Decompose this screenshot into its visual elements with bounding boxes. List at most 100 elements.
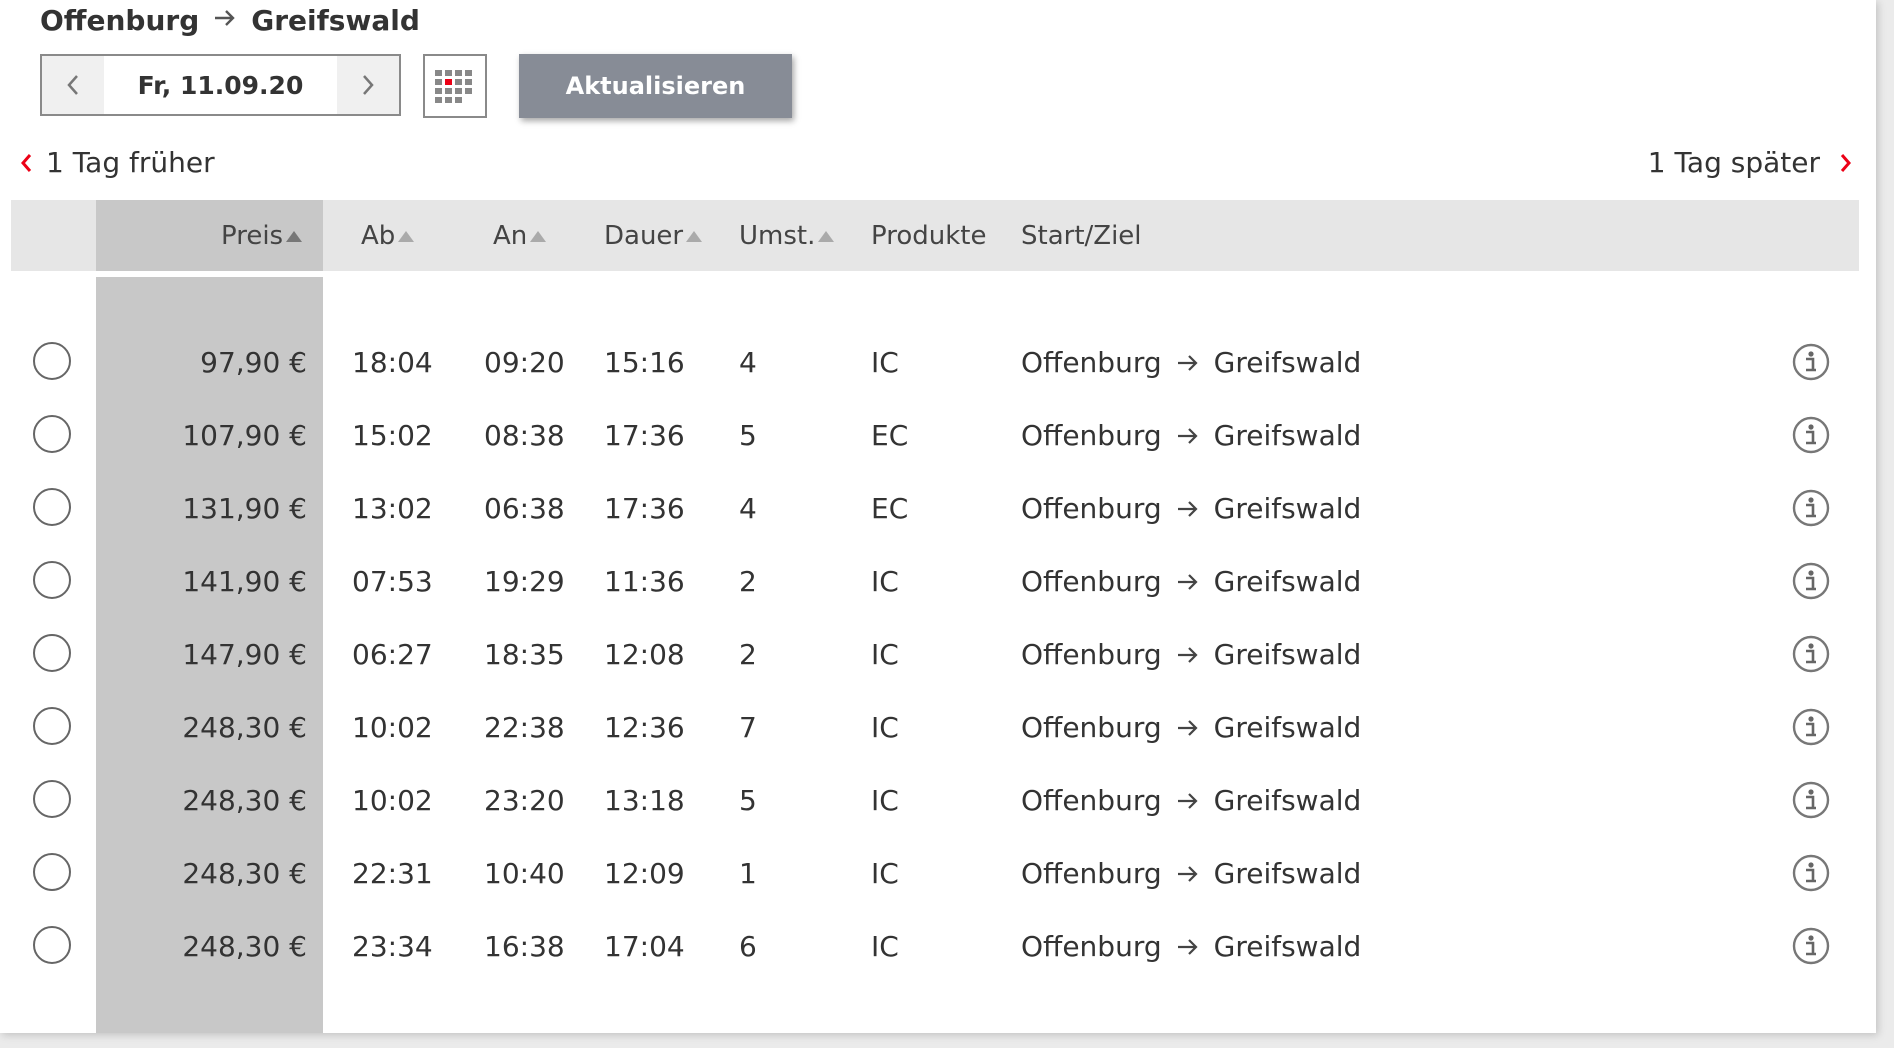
connection-row[interactable]: 248,30 € 10:02 22:38 12:36 7 IC Offenburg Greif… [0, 691, 1876, 764]
next-date-button[interactable] [337, 56, 399, 114]
select-connection-radio[interactable] [33, 415, 71, 453]
route-end: Greifswald [1213, 711, 1362, 744]
product-cell: IC [871, 565, 899, 598]
column-header-duration[interactable]: Dauer [604, 200, 703, 271]
connection-row[interactable]: 141,90 € 07:53 19:29 11:36 2 IC Offenburg Greif… [0, 545, 1876, 618]
select-connection-radio[interactable] [33, 488, 71, 526]
info-icon[interactable] [1792, 416, 1830, 454]
chevron-right-icon [363, 75, 374, 95]
price-cell: 131,90 € [182, 492, 307, 525]
departure-cell: 10:02 [352, 711, 433, 744]
route-cell: Offenburg Greifswald [1021, 326, 1361, 399]
transfers-cell: 4 [739, 346, 757, 379]
route-end: Greifswald [1213, 784, 1362, 817]
info-icon[interactable] [1792, 927, 1830, 965]
info-icon[interactable] [1792, 489, 1830, 527]
arrow-right-icon [1176, 718, 1200, 738]
price-cell: 248,30 € [182, 711, 307, 744]
arrival-cell: 08:38 [484, 419, 565, 452]
info-icon[interactable] [1792, 562, 1830, 600]
select-connection-radio[interactable] [33, 561, 71, 599]
column-header-arrival-label: An [493, 220, 528, 251]
route-end: Greifswald [1213, 419, 1362, 452]
info-icon[interactable] [1792, 343, 1830, 381]
transfers-cell: 2 [739, 638, 757, 671]
column-header-price[interactable]: Preis [221, 200, 303, 271]
later-day-link[interactable]: 1 Tag später [1648, 146, 1854, 179]
connection-row[interactable]: 248,30 € 23:34 16:38 17:04 6 IC Offenburg Greif… [0, 910, 1876, 983]
route-cell: Offenburg Greifswald [1021, 910, 1361, 983]
connection-row[interactable]: 97,90 € 18:04 09:20 15:16 4 IC Offenburg Greifs… [0, 326, 1876, 399]
route-cell: Offenburg Greifswald [1021, 691, 1361, 764]
arrow-right-icon [1176, 499, 1200, 519]
connection-row[interactable]: 107,90 € 15:02 08:38 17:36 5 EC Offenburg Greif… [0, 399, 1876, 472]
arrival-cell: 16:38 [484, 930, 565, 963]
arrow-right-icon [1176, 572, 1200, 592]
connection-row[interactable]: 147,90 € 06:27 18:35 12:08 2 IC Offenburg Greif… [0, 618, 1876, 691]
column-header-duration-label: Dauer [604, 220, 684, 251]
product-cell: IC [871, 784, 899, 817]
update-button[interactable]: Aktualisieren [519, 54, 792, 118]
product-cell: IC [871, 857, 899, 890]
column-header-transfers-label: Umst. [739, 220, 816, 251]
date-value[interactable]: Fr, 11.09.20 [104, 56, 337, 114]
arrival-cell: 18:35 [484, 638, 565, 671]
route-end: Greifswald [1213, 565, 1362, 598]
select-connection-radio[interactable] [33, 342, 71, 380]
select-connection-radio[interactable] [33, 707, 71, 745]
transfers-cell: 1 [739, 857, 757, 890]
route-start: Offenburg [1021, 638, 1162, 671]
departure-cell: 10:02 [352, 784, 433, 817]
transfers-cell: 4 [739, 492, 757, 525]
arrival-cell: 23:20 [484, 784, 565, 817]
column-header-arrival[interactable]: An [493, 200, 547, 271]
transfers-cell: 6 [739, 930, 757, 963]
duration-cell: 17:36 [604, 419, 685, 452]
chevron-left-icon [67, 75, 78, 95]
price-cell: 248,30 € [182, 930, 307, 963]
calendar-button[interactable] [423, 54, 487, 118]
select-connection-radio[interactable] [33, 634, 71, 672]
connection-row[interactable]: 131,90 € 13:02 06:38 17:36 4 EC Offenburg Greif… [0, 472, 1876, 545]
info-icon[interactable] [1792, 854, 1830, 892]
connection-row[interactable]: 248,30 € 10:02 23:20 13:18 5 IC Offenburg Greif… [0, 764, 1876, 837]
column-header-transfers[interactable]: Umst. [739, 200, 835, 271]
info-icon[interactable] [1792, 781, 1830, 819]
duration-cell: 13:18 [604, 784, 685, 817]
previous-date-button[interactable] [42, 56, 104, 114]
route-cell: Offenburg Greifswald [1021, 764, 1361, 837]
route-origin: Offenburg [40, 3, 200, 37]
arrow-right-icon [1176, 353, 1200, 373]
duration-cell: 17:04 [604, 930, 685, 963]
route-cell: Offenburg Greifswald [1021, 472, 1361, 545]
duration-cell: 12:09 [604, 857, 685, 890]
chevron-right-icon [1840, 153, 1851, 172]
route-cell: Offenburg Greifswald [1021, 837, 1361, 910]
price-cell: 248,30 € [182, 784, 307, 817]
column-header-departure[interactable]: Ab [361, 200, 415, 271]
route-start: Offenburg [1021, 711, 1162, 744]
info-icon[interactable] [1792, 708, 1830, 746]
select-connection-radio[interactable] [33, 926, 71, 964]
column-header-price-label: Preis [221, 220, 284, 251]
product-cell: IC [871, 638, 899, 671]
route-start: Offenburg [1021, 565, 1162, 598]
route-start: Offenburg [1021, 930, 1162, 963]
price-cell: 141,90 € [182, 565, 307, 598]
departure-cell: 07:53 [352, 565, 433, 598]
connection-row[interactable]: 248,30 € 22:31 10:40 12:09 1 IC Offenburg Greif… [0, 837, 1876, 910]
column-header-departure-label: Ab [361, 220, 396, 251]
date-picker: Fr, 11.09.20 [40, 54, 401, 116]
route-start: Offenburg [1021, 346, 1162, 379]
route-end: Greifswald [1213, 346, 1362, 379]
departure-cell: 06:27 [352, 638, 433, 671]
earlier-day-link[interactable]: 1 Tag früher [18, 146, 215, 179]
route-end: Greifswald [1213, 492, 1362, 525]
route-start: Offenburg [1021, 419, 1162, 452]
info-icon[interactable] [1792, 635, 1830, 673]
sort-triangle-icon [530, 230, 547, 242]
arrow-right-icon [1176, 426, 1200, 446]
route-start: Offenburg [1021, 784, 1162, 817]
select-connection-radio[interactable] [33, 853, 71, 891]
select-connection-radio[interactable] [33, 780, 71, 818]
